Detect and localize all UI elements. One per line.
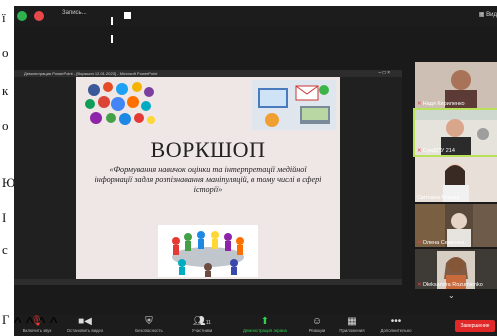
pause-recording-button[interactable]	[111, 12, 118, 43]
participant-name: ✕Олена Семенюк	[417, 240, 465, 246]
participant-name: Світлана Мошак	[417, 195, 459, 201]
participants-icon: 👥︎11	[193, 316, 211, 327]
participant-name: ✕Надя Кириленко	[417, 101, 465, 107]
document-margin: ї о к о Ю І с Г	[0, 0, 15, 336]
muted-mic-icon: ✕	[417, 101, 422, 107]
shared-window-statusbar	[14, 279, 402, 285]
social-media-illustration	[85, 82, 155, 125]
participants-count: 11	[205, 320, 211, 326]
share-screen-button[interactable]: ⬆ Демонстрация экрана	[236, 316, 294, 333]
more-label: Дополнительно	[380, 328, 412, 333]
chevron-down-icon[interactable]: ⌄	[448, 291, 455, 300]
slide-subtitle: «Формування навичок оцінки та інтерпрета…	[94, 165, 322, 194]
margin-letter: Г	[2, 312, 10, 327]
security-button[interactable]: ⛨ Безопасность	[126, 316, 172, 333]
participant-tile[interactable]: Світлана Мошак	[415, 157, 497, 202]
window-controls: – □ ×	[378, 70, 391, 76]
technology-collage-illustration	[252, 80, 336, 130]
share-screen-icon: ⬆	[260, 316, 270, 327]
shared-window-titlebar: Демонстрация PowerPoint - [Воркшоп 12.01…	[14, 70, 402, 77]
team-table-illustration	[158, 225, 258, 277]
unmute-button[interactable]: 🎙︎ Включить звук	[14, 316, 60, 333]
reactions-label: Реакции	[308, 328, 326, 333]
stop-video-button[interactable]: ■◀ Остановить видео	[62, 316, 108, 333]
margin-letter: ї	[2, 10, 6, 25]
recording-icon	[34, 11, 44, 21]
margin-letter: о	[2, 118, 9, 133]
margin-letter: о	[2, 45, 9, 60]
reactions-icon: ☺	[311, 316, 323, 327]
video-icon: ■◀	[78, 316, 92, 327]
security-label: Безопасность	[135, 328, 163, 333]
participants-label: Участники	[191, 328, 213, 333]
margin-letter: І	[2, 210, 7, 225]
shield-icon: ⛨	[145, 316, 153, 327]
reactions-button[interactable]: ☺ Реакции	[304, 316, 330, 333]
view-button[interactable]: ▦ Вид	[479, 11, 497, 18]
more-button[interactable]: ••• Дополнительно	[374, 316, 418, 333]
apps-label: Приложения	[339, 328, 365, 333]
shared-window-title: Демонстрация PowerPoint - [Воркшоп 12.01…	[24, 71, 158, 76]
apps-icon: ▦	[347, 316, 357, 327]
end-meeting-button[interactable]: Завершение	[455, 320, 495, 332]
recording-label: Запись...	[62, 10, 87, 16]
muted-mic-icon: ✕	[417, 240, 422, 246]
participant-name: ✕СумДПУ 214	[417, 148, 455, 154]
view-label: Вид	[486, 12, 497, 18]
share-screen-label: Демонстрация экрана	[243, 328, 287, 333]
presentation-slide: ВОРКШОП «Формування навичок оцінки та ін…	[76, 77, 340, 279]
mic-muted-icon: 🎙︎	[30, 316, 44, 327]
stop-video-label: Остановить видео	[66, 328, 104, 333]
participant-tile[interactable]: ✕Олена Семенюк	[415, 204, 497, 247]
participants-button[interactable]: 👥︎11 Участники	[182, 316, 222, 333]
margin-letter: с	[2, 242, 8, 257]
shared-screen: Демонстрация PowerPoint - [Воркшоп 12.01…	[14, 70, 402, 285]
apps-button[interactable]: ▦ Приложения	[334, 316, 370, 333]
participant-tile[interactable]: ✕Надя Кириленко	[415, 62, 497, 108]
participant-tile[interactable]: ✕Oleksandra Rozumienko	[415, 249, 497, 289]
slide-title: ВОРКШОП	[150, 137, 266, 162]
zoom-meeting-window: Запись... ▦ Вид Демонстрация PowerPoint …	[14, 6, 497, 336]
meeting-top-bar: Запись... ▦ Вид	[14, 6, 497, 43]
meeting-toolbar: 🎙︎ Включить звук ^ ■◀ Остановить видео ^…	[14, 315, 497, 336]
more-icon: •••	[390, 316, 402, 327]
muted-mic-icon: ✕	[417, 282, 422, 288]
participant-tile-active[interactable]: ✕СумДПУ 214	[413, 108, 497, 157]
margin-letter: к	[2, 83, 9, 98]
security-shield-icon[interactable]	[17, 11, 27, 21]
participant-name: ✕Oleksandra Rozumienko	[417, 282, 483, 288]
unmute-label: Включить звук	[22, 328, 52, 333]
stop-recording-button[interactable]	[124, 12, 131, 19]
muted-mic-icon: ✕	[417, 148, 422, 154]
